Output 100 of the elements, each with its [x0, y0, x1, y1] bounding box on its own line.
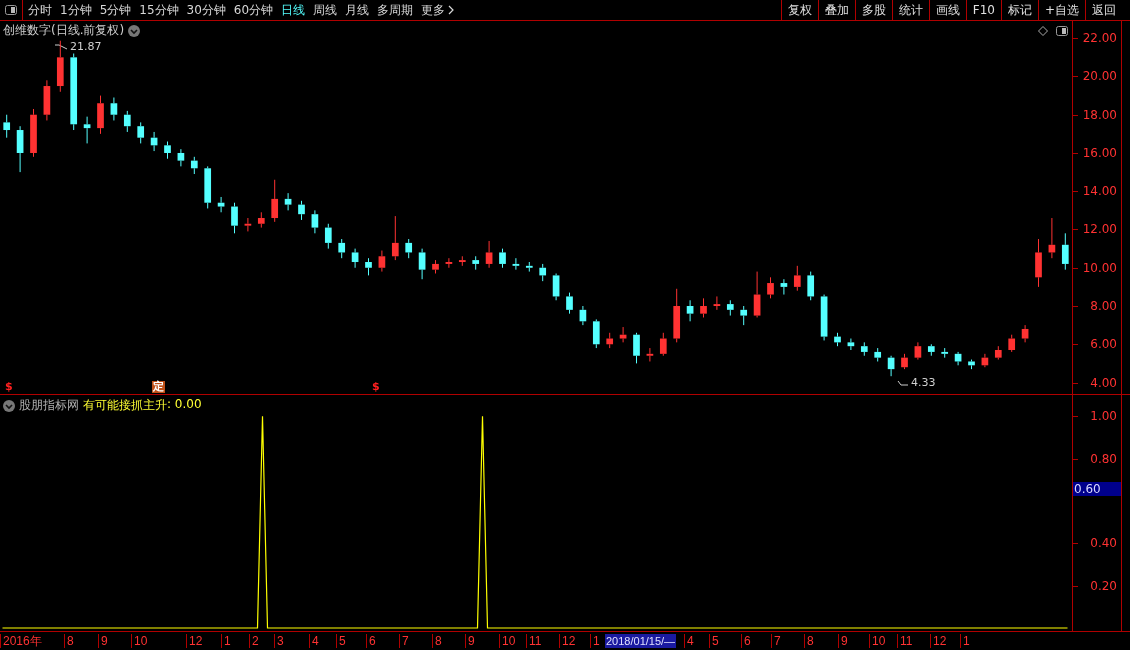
- candle: [820, 294, 828, 341]
- stock-title: 创维数字(日线.前复权): [3, 22, 125, 39]
- candle: [860, 341, 868, 357]
- date-axis-label: 9: [465, 634, 475, 648]
- candle: [887, 355, 895, 377]
- date-axis-label: 1: [221, 634, 231, 648]
- candle: [592, 318, 600, 349]
- period-tab[interactable]: 1分钟: [60, 1, 92, 19]
- period-tab[interactable]: 月线: [345, 1, 370, 19]
- candle: [994, 345, 1002, 361]
- candle: [257, 211, 265, 229]
- period-tab[interactable]: 分时: [28, 1, 52, 19]
- panel-toggle-icon[interactable]: [1056, 26, 1068, 36]
- panel-toggle-icon[interactable]: [5, 5, 17, 15]
- date-axis-label: 8: [804, 634, 814, 648]
- candle: [552, 273, 560, 301]
- candle: [365, 257, 372, 276]
- candle: [753, 271, 761, 318]
- event-marker[interactable]: $: [5, 381, 13, 393]
- date-axis-label: 1: [590, 634, 600, 648]
- crosshair-readout: 0.60: [1073, 482, 1121, 496]
- candle: [472, 255, 480, 271]
- date-axis-label: 4: [309, 634, 319, 648]
- candle: [927, 343, 935, 357]
- period-tab[interactable]: 周线: [313, 1, 338, 19]
- candle: [566, 292, 573, 315]
- candle: [137, 121, 145, 144]
- candle: [499, 248, 506, 269]
- price-axis-label: 12.00: [1082, 222, 1117, 237]
- candle: [847, 338, 855, 351]
- candle: [901, 353, 908, 370]
- candle: [512, 257, 520, 271]
- candle: [418, 248, 426, 280]
- candle: [780, 278, 788, 296]
- candle: [633, 332, 640, 364]
- candle: [1048, 217, 1056, 259]
- period-tab[interactable]: 5分钟: [99, 1, 132, 19]
- period-tab[interactable]: 30分钟: [186, 1, 226, 19]
- event-marker[interactable]: $: [372, 381, 380, 393]
- dropdown-icon[interactable]: [3, 399, 15, 412]
- period-tab[interactable]: 更多: [421, 1, 455, 19]
- candle: [311, 209, 319, 234]
- candle: [217, 196, 225, 213]
- event-badge[interactable]: 定: [152, 381, 165, 393]
- candle: [713, 295, 721, 311]
- indicator-axis-label: 0.40: [1090, 536, 1117, 551]
- leader-line: [54, 43, 68, 50]
- candle: [30, 108, 37, 158]
- candle: [525, 261, 533, 273]
- indicator-value: : 0.00: [167, 397, 202, 413]
- candle: [579, 305, 587, 326]
- candle: [271, 179, 279, 223]
- date-axis-label: 6: [366, 634, 376, 648]
- price-axis-label: 4.00: [1090, 375, 1117, 390]
- price-axis-label: 14.00: [1082, 184, 1117, 199]
- indicator-name: 有可能接抓主升: [83, 397, 167, 414]
- candle: [619, 326, 627, 343]
- candle: [123, 110, 131, 133]
- candle: [1035, 238, 1042, 288]
- price-axis-label: 6.00: [1090, 337, 1117, 352]
- candle: [726, 299, 734, 317]
- low-price-label: 4.33: [911, 376, 936, 389]
- candle: [686, 299, 694, 322]
- date-axis-label: 11: [526, 634, 542, 648]
- period-tab[interactable]: 日线: [281, 1, 306, 19]
- candle: [793, 265, 801, 292]
- candle: [1061, 232, 1069, 271]
- dropdown-icon[interactable]: [128, 24, 141, 37]
- candle: [941, 347, 949, 359]
- indicator-source: 股朋指标网: [19, 397, 79, 414]
- candle: [700, 297, 707, 318]
- candle: [914, 341, 922, 361]
- date-axis-label: 8: [432, 634, 442, 648]
- candle: [606, 332, 614, 349]
- candle: [324, 223, 332, 250]
- candle: [164, 141, 171, 160]
- diamond-icon[interactable]: [1038, 26, 1048, 36]
- date-axis-label: 1: [960, 634, 970, 648]
- period-tab[interactable]: 15分钟: [139, 1, 179, 19]
- candle: [244, 217, 252, 232]
- chevron-right-icon: [448, 5, 455, 15]
- date-axis-label: 10: [131, 634, 148, 648]
- date-axis-label: 7: [771, 634, 781, 648]
- candle: [646, 347, 654, 362]
- date-axis-label: 12: [559, 634, 576, 648]
- price-axis-label: 20.00: [1082, 69, 1117, 84]
- period-tab[interactable]: 60分钟: [233, 1, 274, 19]
- period-tab[interactable]: 多周期: [377, 1, 414, 19]
- date-axis-label: 2016年: [0, 634, 42, 648]
- candle: [378, 250, 386, 273]
- candle: [968, 359, 975, 370]
- indicator-axis-label: 0.20: [1090, 578, 1117, 593]
- candle: [298, 200, 305, 221]
- date-axis-label: 8: [64, 634, 74, 648]
- candle: [338, 238, 346, 259]
- candle: [445, 257, 453, 269]
- date-axis-label: 5: [709, 634, 719, 648]
- candle: [539, 263, 547, 282]
- candle: [110, 97, 118, 121]
- leader-line: [897, 379, 909, 386]
